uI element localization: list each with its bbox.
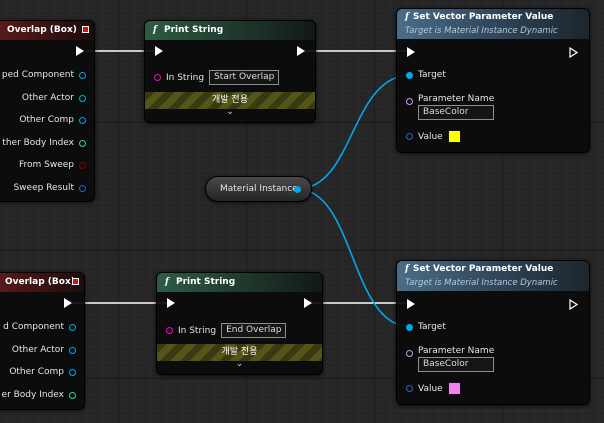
begin-overlap-event-node[interactable]: Overlap (Box) ped Component Other Actor … xyxy=(0,20,95,202)
in-string-label: In String xyxy=(166,72,205,83)
end-overlap-event-node[interactable]: Overlap (Box) d Component Other Actor Ot… xyxy=(0,272,85,410)
in-string-input[interactable]: Start Overlap xyxy=(209,70,280,85)
exec-out-pin[interactable] xyxy=(569,299,578,310)
set-vector-title: Set Vector Parameter Value xyxy=(412,264,554,274)
set-vector-header: f Set Vector Parameter Value Target is Ma… xyxy=(397,261,589,291)
end-overlap-exec-out[interactable] xyxy=(64,298,72,308)
exec-arrow-icon xyxy=(64,298,72,308)
name-pin-icon xyxy=(406,350,413,357)
exec-in-pin[interactable] xyxy=(407,47,415,57)
function-icon: f xyxy=(165,277,169,287)
expand-chevron-icon[interactable]: ⌄ xyxy=(157,359,322,369)
object-pin-icon xyxy=(69,323,76,331)
set-vector-header: f Set Vector Parameter Value Target is Ma… xyxy=(397,9,589,39)
object-pin-icon xyxy=(79,71,86,79)
print-string-header: f Print String xyxy=(145,21,315,40)
object-pin-icon xyxy=(69,346,76,354)
pin-other-actor[interactable]: Other Actor xyxy=(12,345,76,355)
boolean-pin-icon xyxy=(79,161,86,169)
exec-arrow-outline-icon xyxy=(569,299,578,310)
exec-in-pin[interactable] xyxy=(155,46,163,56)
exec-out-pin[interactable] xyxy=(297,46,305,56)
end-overlap-header: Overlap (Box) xyxy=(0,273,84,292)
exec-arrow-icon xyxy=(297,46,305,56)
print-string-title: Print String xyxy=(164,25,224,35)
exec-arrow-icon xyxy=(76,46,84,56)
string-pin-icon xyxy=(166,327,173,334)
set-vector-param-node-2[interactable]: f Set Vector Parameter Value Target is Ma… xyxy=(396,260,590,405)
pin-other-comp[interactable]: Other Comp xyxy=(19,115,86,125)
parameter-name-input[interactable]: BaseColor xyxy=(418,105,495,120)
begin-overlap-title: Overlap (Box) xyxy=(7,25,77,35)
struct-pin-icon xyxy=(79,184,86,192)
set-vector-subtitle: Target is Material Instance Dynamic xyxy=(405,26,558,36)
value-color-swatch[interactable] xyxy=(447,130,461,143)
print-string-node-2[interactable]: f Print String In String End Overlap 개발 … xyxy=(156,272,323,375)
struct-pin-icon xyxy=(406,133,413,140)
integer-pin-icon xyxy=(69,391,76,399)
begin-overlap-header: Overlap (Box) xyxy=(0,21,94,40)
delegate-pin-icon[interactable] xyxy=(72,278,79,285)
object-pin-icon xyxy=(406,323,413,331)
set-vector-subtitle: Target is Material Instance Dynamic xyxy=(405,278,558,288)
exec-arrow-outline-icon xyxy=(569,47,578,58)
exec-arrow-icon xyxy=(155,46,163,56)
target-pin[interactable]: Target xyxy=(406,322,446,332)
pin-from-sweep[interactable]: From Sweep xyxy=(19,160,86,170)
print-string-title: Print String xyxy=(176,277,236,287)
pin-other-body-index[interactable]: ther Body Index xyxy=(2,138,86,148)
exec-arrow-icon xyxy=(407,299,415,309)
pin-sweep-result[interactable]: Sweep Result xyxy=(13,183,86,193)
exec-out-pin[interactable] xyxy=(569,47,578,58)
set-vector-title: Set Vector Parameter Value xyxy=(412,12,554,22)
set-vector-param-node-1[interactable]: f Set Vector Parameter Value Target is Ma… xyxy=(396,8,590,153)
expand-chevron-icon[interactable]: ⌄ xyxy=(145,107,315,117)
object-pin-icon xyxy=(79,116,86,124)
parameter-name-pin[interactable]: Parameter Name BaseColor xyxy=(406,94,495,120)
name-pin-icon xyxy=(406,98,413,105)
exec-arrow-icon xyxy=(167,298,175,308)
print-string-header: f Print String xyxy=(157,273,322,292)
object-pin-icon xyxy=(69,368,76,376)
struct-pin-icon xyxy=(406,385,413,392)
parameter-name-pin[interactable]: Parameter Name BaseColor xyxy=(406,346,495,372)
object-pin-icon xyxy=(406,71,413,79)
exec-arrow-icon xyxy=(407,47,415,57)
material-instance-variable-node[interactable]: Material Instance xyxy=(205,176,312,202)
target-pin[interactable]: Target xyxy=(406,70,446,80)
function-icon: f xyxy=(405,264,409,274)
in-string-pin[interactable]: In String Start Overlap xyxy=(154,70,280,85)
end-overlap-title: Overlap (Box) xyxy=(5,277,75,287)
pin-other-actor[interactable]: Other Actor xyxy=(22,93,86,103)
value-pin[interactable]: Value xyxy=(406,382,461,395)
parameter-name-input[interactable]: BaseColor xyxy=(418,357,495,372)
value-pin[interactable]: Value xyxy=(406,130,461,143)
exec-in-pin[interactable] xyxy=(167,298,175,308)
object-pin-icon xyxy=(79,94,86,102)
pin-other-comp[interactable]: Other Comp xyxy=(9,367,76,377)
function-icon: f xyxy=(405,12,409,22)
value-color-swatch[interactable] xyxy=(447,382,461,395)
pin-other-body-index[interactable]: er Body Index xyxy=(2,390,76,400)
exec-in-pin[interactable] xyxy=(407,299,415,309)
object-pin-icon[interactable] xyxy=(294,186,301,193)
material-instance-label: Material Instance xyxy=(220,184,298,194)
begin-overlap-exec-out[interactable] xyxy=(76,46,84,56)
delegate-pin-icon[interactable] xyxy=(82,26,89,33)
exec-out-pin[interactable] xyxy=(304,298,312,308)
pin-overlapped-component[interactable]: ped Component xyxy=(2,70,86,80)
string-pin-icon xyxy=(154,74,161,81)
print-string-node-1[interactable]: f Print String In String Start Overlap 개… xyxy=(144,20,316,123)
in-string-label: In String xyxy=(178,325,217,336)
in-string-input[interactable]: End Overlap xyxy=(221,323,287,338)
in-string-pin[interactable]: In String End Overlap xyxy=(166,323,287,338)
exec-arrow-icon xyxy=(304,298,312,308)
pin-overlapped-component[interactable]: d Component xyxy=(3,322,76,332)
integer-pin-icon xyxy=(79,139,86,147)
function-icon: f xyxy=(153,25,157,35)
